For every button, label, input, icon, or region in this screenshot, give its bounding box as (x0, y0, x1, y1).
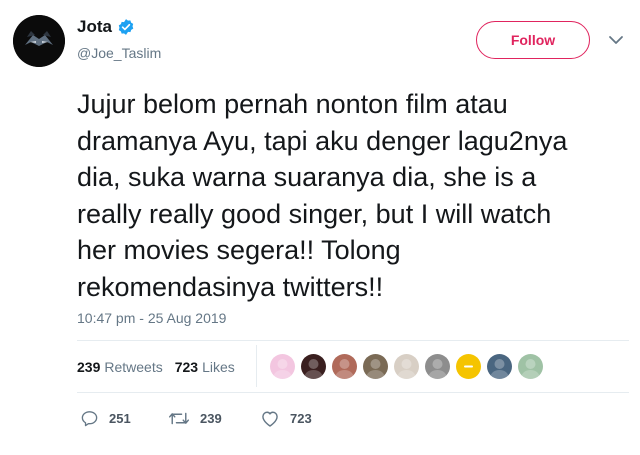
display-name-text[interactable]: Jota (77, 17, 112, 37)
likes-stat[interactable]: 723 Likes (175, 359, 235, 375)
likes-label: Likes (202, 359, 235, 375)
liker-avatar-8[interactable] (487, 354, 512, 379)
avatar[interactable] (13, 15, 65, 67)
user-handle[interactable]: @Joe_Taslim (77, 45, 161, 61)
reply-count: 251 (109, 411, 131, 426)
liker-avatar-5[interactable] (394, 354, 419, 379)
action-bar: 251 239 723 (80, 409, 312, 428)
liker-avatar-1[interactable] (270, 354, 295, 379)
like-button[interactable]: 723 (260, 409, 312, 428)
retweets-stat[interactable]: 239 Retweets (77, 359, 163, 375)
reply-icon (81, 411, 98, 427)
liker-avatar-2[interactable] (301, 354, 326, 379)
like-count: 723 (290, 411, 312, 426)
retweets-label: Retweets (104, 359, 163, 375)
retweet-count: 239 (200, 411, 222, 426)
retweet-button[interactable]: 239 (168, 409, 260, 428)
liker-avatar-7[interactable] (456, 354, 481, 379)
liker-avatar-3[interactable] (332, 354, 357, 379)
liker-avatar-6[interactable] (425, 354, 450, 379)
retweets-count: 239 (77, 359, 101, 375)
tweet-timestamp[interactable]: 10:47 pm - 25 Aug 2019 (77, 310, 226, 326)
reply-button[interactable]: 251 (80, 409, 168, 428)
stats-separator (256, 345, 257, 387)
liker-avatars (270, 354, 543, 379)
retweet-icon (168, 412, 190, 425)
liker-avatar-9[interactable] (518, 354, 543, 379)
tweet-stats: 239 Retweets 723 Likes (77, 359, 235, 375)
tweet-text: Jujur belom pernah nonton film atau dram… (77, 89, 568, 302)
liker-avatar-4[interactable] (363, 354, 388, 379)
divider-top (77, 340, 629, 341)
verified-badge-icon (118, 19, 134, 35)
likes-count: 723 (174, 359, 199, 375)
chevron-down-icon[interactable] (608, 34, 624, 46)
display-name[interactable]: Jota (77, 17, 135, 37)
follow-button[interactable]: Follow (476, 21, 590, 59)
heart-icon (262, 411, 278, 427)
divider-bottom (77, 392, 629, 393)
